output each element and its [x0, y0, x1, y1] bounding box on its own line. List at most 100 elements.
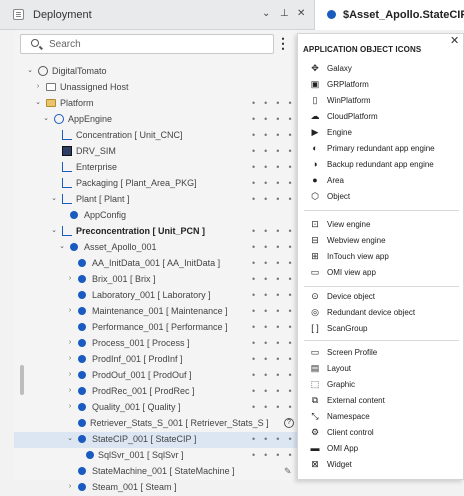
namespace-icon: ⤡ [311, 411, 319, 421]
tree-row[interactable]: › Unassigned Host [14, 80, 314, 96]
chevron-right-icon[interactable]: › [66, 387, 74, 395]
tree-label: Unassigned Host [60, 82, 129, 92]
tree-row[interactable]: Enterprise ••••• [14, 160, 314, 176]
tree-label: Enterprise [76, 162, 118, 172]
legend-label: OMI view app [327, 268, 376, 277]
chevron-right-icon[interactable]: › [66, 371, 74, 379]
legend-item: ⚙ Client control [298, 426, 464, 440]
chevron-right-icon[interactable]: › [66, 339, 74, 347]
legend-label: Galaxy [327, 64, 352, 73]
legend-item: ⧉ External content [298, 394, 464, 408]
tree-label: Asset_Apollo_001 [84, 242, 157, 252]
chevron-down-icon[interactable]: ⌄ [34, 99, 42, 107]
legend-item: ◐ Primary redundant app engine [298, 142, 464, 156]
object-icon [78, 259, 86, 267]
chevron-right-icon[interactable]: › [66, 355, 74, 363]
tree-row[interactable]: › ProdInf_001 [ ProdInf ] ••••• [14, 352, 314, 368]
tree-row[interactable]: ⌄ DigitalTomato [14, 64, 314, 80]
tree-row[interactable]: Retriever_Stats_S_001 [ Retriever_Stats_… [14, 416, 314, 432]
tree-row[interactable]: StateMachine_001 [ StateMachine ] ✎ [14, 464, 314, 480]
object-icon: ⬡ [311, 191, 319, 201]
tree-label: AppEngine [68, 114, 113, 124]
tree-row[interactable]: AA_InitData_001 [ AA_InitData ] ••••• [14, 256, 314, 272]
tree-row[interactable]: › Maintenance_001 [ Maintenance ] ••••• [14, 304, 314, 320]
tree-row[interactable]: ⌄ Asset_Apollo_001 ••••• [14, 240, 314, 256]
tree-row[interactable]: ⌄ Plant [ Plant ] ••••• [14, 192, 314, 208]
legend-item: ⬡ Object [298, 190, 464, 204]
tree-label: ProdInf_001 [ ProdInf ] [92, 354, 183, 364]
tree-row[interactable]: AppConfig [14, 208, 314, 224]
tree-row[interactable]: › ProdRec_001 [ ProdRec ] ••••• [14, 384, 314, 400]
tree-row[interactable]: Performance_001 [ Performance ] ••••• [14, 320, 314, 336]
object-icon [78, 467, 86, 475]
scrollbar[interactable] [20, 365, 24, 395]
legend-item: ⊟ Webview engine [298, 234, 464, 248]
legend-label: Backup redundant app engine [327, 160, 434, 169]
object-icon [78, 435, 86, 443]
chevron-down-icon[interactable]: ⌄ [50, 227, 58, 235]
chevron-down-icon[interactable]: ⌄ [50, 195, 58, 203]
tree-row-selected[interactable]: ⌄ StateCIP_001 [ StateCIP ] ••••• [14, 432, 314, 448]
legend-label: Area [327, 176, 344, 185]
tab-statecip[interactable]: $Asset_Apollo.StateCIP [314, 0, 464, 30]
tree-row[interactable]: SqlSvr_001 [ SqlSvr ] ••••• [14, 448, 314, 464]
chevron-down-icon[interactable]: ⌄ [66, 435, 74, 443]
chevron-down-icon[interactable]: ⌄ [26, 67, 34, 75]
help-icon: ? [284, 418, 294, 428]
platform-icon [46, 99, 56, 107]
tree-label: Process_001 [ Process ] [92, 338, 190, 348]
winplatform-icon: ▯ [312, 95, 318, 105]
tree-row[interactable]: › ProdOuf_001 [ ProdOuf ] ••••• [14, 368, 314, 384]
tree-label: AA_InitData_001 [ AA_InitData ] [92, 258, 221, 268]
close-icon[interactable]: ✕ [297, 8, 305, 19]
area-icon [62, 162, 72, 172]
tree-row[interactable]: ⌄ Preconcentration [ Unit_PCN ] ••••• [14, 224, 314, 240]
chevron-right-icon[interactable]: › [66, 275, 74, 283]
legend-label: Graphic [327, 380, 356, 389]
tree-label: ProdOuf_001 [ ProdOuf ] [92, 370, 192, 380]
tree-row[interactable]: › Steam_001 [ Steam ] [14, 480, 314, 496]
tree-row[interactable]: Packaging [ Plant_Area_PKG] ••••• [14, 176, 314, 192]
tree-label: Retriever_Stats_S_001 [ Retriever_Stats_… [90, 418, 269, 428]
tree-row[interactable]: ⌄ Platform ••••• [14, 96, 314, 112]
redundant-device-object-icon: ◎ [311, 307, 319, 317]
tree-row[interactable]: › Process_001 [ Process ] ••••• [14, 336, 314, 352]
more-options-icon[interactable]: ⋮ [276, 35, 290, 53]
legend-item: ⊞ InTouch view app [298, 250, 464, 264]
tree-label: DRV_SIM [76, 146, 116, 156]
chevron-down-icon[interactable]: ⌄ [262, 8, 270, 19]
layout-icon: ▤ [310, 363, 320, 373]
legend-label: WinPlatform [327, 96, 371, 105]
chevron-down-icon[interactable]: ⌄ [42, 115, 50, 123]
graphic-icon: ⬚ [310, 379, 320, 389]
client-control-icon: ⚙ [310, 427, 320, 437]
area-icon [62, 130, 72, 140]
search-input[interactable] [47, 37, 247, 51]
chevron-down-icon[interactable]: ⌄ [58, 243, 66, 251]
chevron-right-icon[interactable]: › [66, 483, 74, 491]
area-icon: ● [312, 175, 318, 185]
tree-row[interactable]: › Brix_001 [ Brix ] ••••• [14, 272, 314, 288]
legend-item: ◑ Backup redundant app engine [298, 158, 464, 172]
edit-icon[interactable]: ✎ [284, 466, 292, 477]
tree-row[interactable]: Concentration [ Unit_CNC] ••••• [14, 128, 314, 144]
legend-item: ▤ Layout [298, 362, 464, 376]
tree-row[interactable]: Laboratory_001 [ Laboratory ] ••••• [14, 288, 314, 304]
tree-row[interactable]: ⌄ AppEngine ••••• [14, 112, 314, 128]
top-bar: Deployment ⌄ ⊥ ✕ $Asset_Apollo.StateCIP [0, 0, 464, 30]
tree-label: Maintenance_001 [ Maintenance ] [92, 306, 228, 316]
object-icon [78, 323, 86, 331]
object-icon [327, 10, 336, 19]
chevron-right-icon[interactable]: › [66, 307, 74, 315]
tree-row[interactable]: › Quality_001 [ Quality ] ••••• [14, 400, 314, 416]
tree-label: StateCIP_001 [ StateCIP ] [92, 434, 197, 444]
tree-row[interactable]: DRV_SIM ••••• [14, 144, 314, 160]
pin-icon[interactable]: ⊥ [280, 8, 289, 19]
close-icon[interactable]: ✕ [450, 34, 459, 47]
object-icon [78, 483, 86, 491]
legend-label: CloudPlatform [327, 112, 378, 121]
object-icon [78, 355, 86, 363]
chevron-right-icon[interactable]: › [34, 83, 42, 91]
chevron-right-icon[interactable]: › [66, 403, 74, 411]
search-box[interactable] [20, 34, 274, 54]
